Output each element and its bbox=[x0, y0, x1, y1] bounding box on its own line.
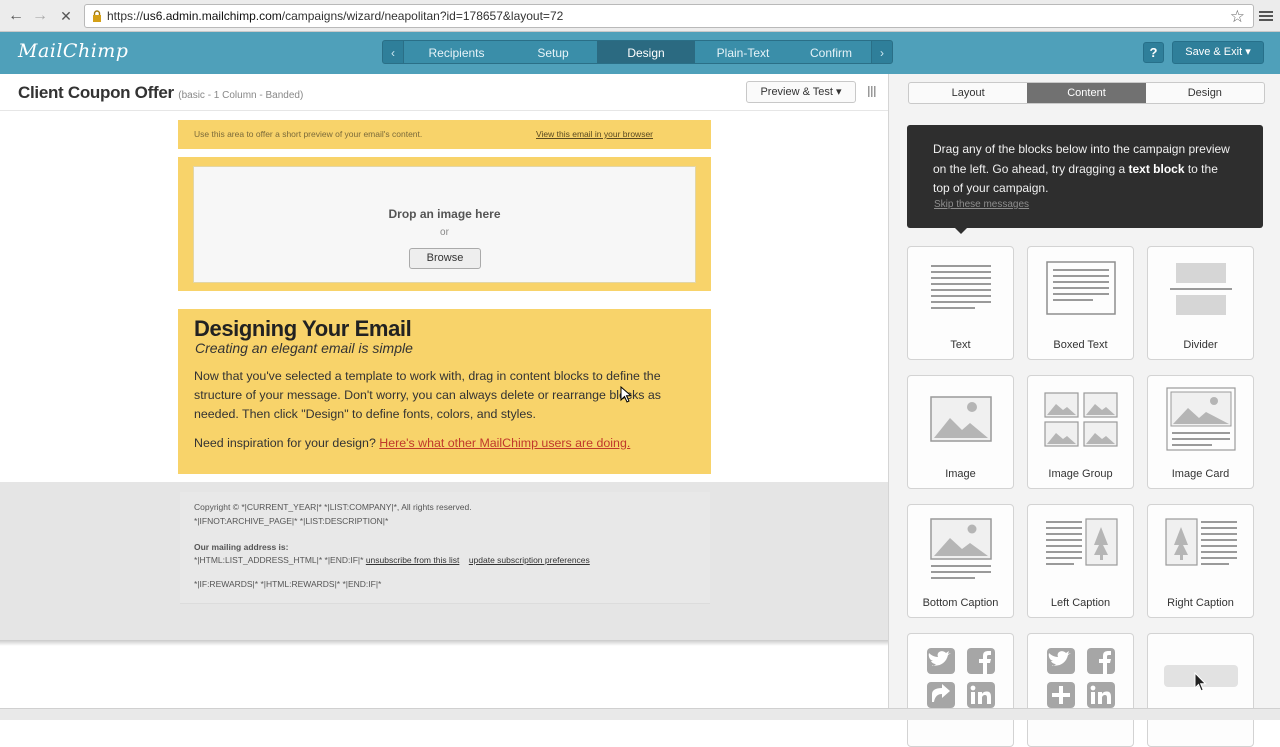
url-host: us6.admin.mailchimp.com bbox=[143, 9, 282, 23]
divider-icon bbox=[1170, 263, 1232, 315]
campaign-template-meta: (basic - 1 Column - Banded) bbox=[178, 90, 304, 101]
update-preferences-link[interactable]: update subscription preferences bbox=[469, 555, 590, 565]
preview-test-button[interactable]: Preview & Test ▾ bbox=[746, 81, 856, 103]
block-divider[interactable]: Divider bbox=[1147, 246, 1254, 360]
footer-address-tags: *|HTML:LIST_ADDRESS_HTML|* *|END:IF|* bbox=[194, 555, 364, 565]
image-icon bbox=[930, 396, 992, 442]
header-image-block: Drop an image here or Browse bbox=[178, 157, 711, 291]
browse-button[interactable]: Browse bbox=[409, 248, 481, 269]
divider bbox=[0, 110, 888, 111]
app-header: MailChimp ‹ Recipients Setup Design Plai… bbox=[0, 32, 1280, 74]
stop-icon[interactable]: ✕ bbox=[56, 6, 76, 26]
block-label: Bottom Caption bbox=[922, 597, 999, 609]
wizard-step-confirm[interactable]: Confirm bbox=[791, 40, 871, 64]
tip-line1: Drag any of the blocks below into the ca… bbox=[933, 142, 1230, 176]
bookmark-star-icon[interactable]: ☆ bbox=[1230, 7, 1245, 27]
mouse-cursor-icon bbox=[620, 386, 633, 403]
unsubscribe-link[interactable]: unsubscribe from this list bbox=[366, 555, 460, 565]
block-label: Text bbox=[950, 339, 971, 351]
tab-layout[interactable]: Layout bbox=[909, 83, 1027, 103]
help-button[interactable]: ? bbox=[1143, 42, 1164, 63]
inspiration-line: Need inspiration for your design? Here's… bbox=[194, 436, 630, 450]
wizard-step-recipients[interactable]: Recipients bbox=[404, 40, 509, 64]
save-exit-button[interactable]: Save & Exit ▾ bbox=[1172, 41, 1264, 64]
panel-tabs: Layout Content Design bbox=[908, 82, 1265, 104]
block-image[interactable]: Image bbox=[907, 375, 1014, 489]
image-card-icon bbox=[1166, 387, 1236, 451]
drop-or-label: or bbox=[440, 227, 449, 238]
tab-content[interactable]: Content bbox=[1027, 83, 1146, 103]
body-paragraph: Now that you've selected a template to w… bbox=[194, 369, 661, 421]
address-bar[interactable]: https://us6.admin.mailchimp.com/campaign… bbox=[84, 4, 1254, 28]
footer-block-area: Copyright © *|CURRENT_YEAR|* *|LIST:COMP… bbox=[0, 482, 888, 640]
block-text[interactable]: Text bbox=[907, 246, 1014, 360]
browser-toolbar: ← → ✕ https://us6.admin.mailchimp.com/ca… bbox=[0, 0, 1280, 32]
panel-grip-icon[interactable] bbox=[868, 86, 876, 97]
campaign-wizard-steps: ‹ Recipients Setup Design Plain-Text Con… bbox=[382, 40, 893, 64]
block-bottom-caption[interactable]: Bottom Caption bbox=[907, 504, 1014, 618]
drop-image-label: Drop an image here bbox=[388, 207, 501, 221]
block-label: Image Card bbox=[1171, 468, 1230, 480]
lock-icon bbox=[93, 10, 101, 22]
mouse-cursor-icon bbox=[1194, 672, 1207, 692]
footer-copyright: Copyright © *|CURRENT_YEAR|* *|LIST:COMP… bbox=[194, 502, 472, 512]
campaign-name: Client Coupon Offer bbox=[18, 83, 174, 102]
content-blocks-panel: Layout Content Design Drag any of the bl… bbox=[888, 74, 1280, 747]
boxed-text-icon bbox=[1046, 261, 1116, 315]
wizard-next-button[interactable]: › bbox=[871, 40, 893, 64]
text-block-icon bbox=[931, 265, 991, 309]
mailchimp-logo[interactable]: MailChimp bbox=[18, 40, 128, 62]
footer-mailing-label: Our mailing address is: bbox=[194, 542, 289, 552]
block-label: Left Caption bbox=[1050, 597, 1111, 609]
body-heading: Designing Your Email bbox=[194, 316, 412, 341]
inspiration-link[interactable]: Here's what other MailChimp users are do… bbox=[379, 436, 630, 450]
wizard-prev-button[interactable]: ‹ bbox=[382, 40, 404, 64]
bottom-caption-icon bbox=[930, 518, 992, 579]
browser-menu-icon[interactable] bbox=[1258, 8, 1274, 24]
url-path: /campaigns/wizard/neapolitan?id=178657&l… bbox=[281, 9, 564, 23]
image-dropzone[interactable]: Drop an image here or Browse bbox=[193, 166, 696, 283]
tip-bold: text block bbox=[1128, 161, 1185, 176]
block-social-share[interactable] bbox=[1027, 633, 1134, 747]
block-left-caption[interactable]: Left Caption bbox=[1027, 504, 1134, 618]
block-right-caption[interactable]: Right Caption bbox=[1147, 504, 1254, 618]
campaign-title: Client Coupon Offer (basic - 1 Column - … bbox=[18, 83, 303, 103]
wizard-step-setup[interactable]: Setup bbox=[509, 40, 597, 64]
wizard-step-design[interactable]: Design bbox=[597, 40, 695, 64]
email-editor: Client Coupon Offer (basic - 1 Column - … bbox=[0, 74, 888, 646]
footer-block[interactable]: Copyright © *|CURRENT_YEAR|* *|LIST:COMP… bbox=[180, 492, 710, 604]
tip-caret bbox=[953, 226, 969, 234]
block-social-follow[interactable] bbox=[907, 633, 1014, 747]
footer-rewards: *|IF:REWARDS|* *|HTML:REWARDS|* *|END:IF… bbox=[194, 579, 382, 589]
block-label: Right Caption bbox=[1167, 597, 1234, 609]
image-group-icon bbox=[1044, 392, 1118, 447]
inspiration-prefix: Need inspiration for your design? bbox=[194, 436, 376, 450]
left-caption-icon bbox=[1046, 518, 1118, 566]
editor-shadow bbox=[0, 640, 888, 646]
block-label: Image bbox=[945, 468, 976, 480]
block-label: Image Group bbox=[1048, 468, 1113, 480]
tip-text: Drag any of the blocks below into the ca… bbox=[933, 140, 1237, 199]
view-in-browser-link[interactable]: View this email in your browser bbox=[536, 129, 653, 139]
preheader-block[interactable]: Use this area to offer a short preview o… bbox=[178, 120, 711, 149]
body-subheading: Creating an elegant email is simple bbox=[195, 340, 413, 356]
block-label: Boxed Text bbox=[1053, 339, 1108, 351]
footer-address-line: *|HTML:LIST_ADDRESS_HTML|* *|END:IF|* un… bbox=[194, 555, 590, 565]
url-scheme: https:// bbox=[107, 9, 144, 23]
block-boxed-text[interactable]: Boxed Text bbox=[1027, 246, 1134, 360]
tip-tooltip: Drag any of the blocks below into the ca… bbox=[907, 125, 1263, 228]
forward-arrow-icon[interactable]: → bbox=[30, 6, 50, 26]
block-image-card[interactable]: Image Card bbox=[1147, 375, 1254, 489]
url-text: https://us6.admin.mailchimp.com/campaign… bbox=[107, 9, 563, 23]
block-image-group[interactable]: Image Group bbox=[1027, 375, 1134, 489]
skip-messages-link[interactable]: Skip these messages bbox=[934, 199, 1029, 210]
tab-design[interactable]: Design bbox=[1146, 83, 1264, 103]
right-caption-icon bbox=[1165, 518, 1237, 566]
block-label: Divider bbox=[1183, 339, 1218, 351]
browser-status-bar bbox=[0, 708, 1280, 720]
wizard-step-plain-text[interactable]: Plain-Text bbox=[695, 40, 791, 64]
back-arrow-icon[interactable]: ← bbox=[6, 6, 26, 26]
footer-archive: *|IFNOT:ARCHIVE_PAGE|* *|LIST:DESCRIPTIO… bbox=[194, 516, 389, 526]
preheader-text: Use this area to offer a short preview o… bbox=[194, 129, 423, 139]
